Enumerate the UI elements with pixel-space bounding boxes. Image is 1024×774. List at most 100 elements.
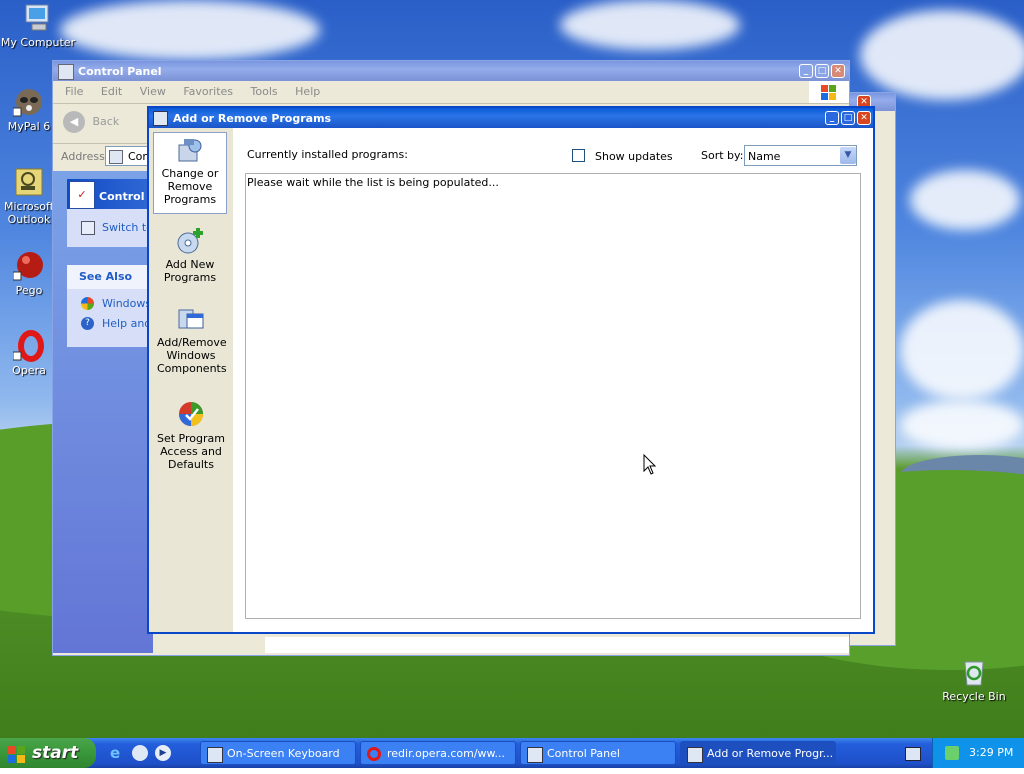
arp-window-icon [153,111,168,126]
raccoon-icon [12,86,45,118]
change-remove-programs-button[interactable]: Change or Remove Programs [153,132,227,214]
menu-file[interactable]: File [65,85,83,98]
keyboard-language-icon[interactable] [905,747,921,761]
desktop-icon-label: My Computer [0,36,76,49]
add-remove-windows-components-button[interactable]: Add/Remove Windows Components [149,302,233,382]
control-panel-titlebar[interactable]: Control Panel _ □ ✕ [53,61,849,81]
task-pane: ✓ Control P Switch to See Also Windows ?… [53,171,156,653]
list-status-message: Please wait while the list is being popu… [247,176,499,189]
arp-titlebar[interactable]: Add or Remove Programs _ □ ✕ [149,108,873,128]
see-also-link[interactable]: Windows [102,297,151,310]
back-arrow-icon: ◀ [63,111,85,133]
desktop-icon-label: Microsoft Outlook [3,200,55,226]
set-program-access-button[interactable]: Set Program Access and Defaults [149,398,233,478]
cloud [910,170,1020,230]
close-button[interactable]: ✕ [831,64,845,78]
system-tray: 3:29 PM [932,738,1024,768]
menu-tools[interactable]: Tools [251,85,278,98]
close-button[interactable]: ✕ [857,111,871,125]
mouse-cursor [643,453,657,476]
window-title: Control Panel [78,65,162,78]
show-updates-checkbox[interactable] [572,149,585,162]
minimize-button[interactable]: _ [799,64,813,78]
desktop: My Computer MyPal 6 Microsoft Outlook Pe… [0,0,1024,768]
control-panel-icon [109,150,123,164]
menu-help[interactable]: Help [295,85,320,98]
menu-bar: File Edit View Favorites Tools Help [65,85,334,98]
task-add-remove-programs[interactable]: Add or Remove Progr... [680,741,836,765]
start-button[interactable]: start [0,738,96,768]
windows-logo-icon [809,81,849,103]
desktop-icon-mypal[interactable]: MyPal 6 [0,86,58,133]
desktop-icon-outlook[interactable]: Microsoft Outlook [0,166,58,226]
desktop-icon-opera[interactable]: Opera [0,330,58,377]
switch-view-icon [81,221,95,235]
computer-icon [22,2,54,34]
help-icon: ? [81,317,94,330]
menu-favorites[interactable]: Favorites [183,85,233,98]
desktop-icon-label: MyPal 6 [7,120,51,133]
messenger-icon[interactable] [132,745,148,761]
menu-view[interactable]: View [140,85,166,98]
chevron-down-icon[interactable]: ▼ [840,147,856,164]
cloud [560,0,740,50]
control-panel-icon [527,747,543,763]
task-on-screen-keyboard[interactable]: On-Screen Keyboard [200,741,356,765]
cloud [860,10,1024,100]
network-icon[interactable] [945,746,959,760]
menu-edit[interactable]: Edit [101,85,122,98]
control-panel-check-icon: ✓ [69,181,95,209]
window-title: Add or Remove Programs [173,112,332,125]
address-label: Address [61,150,105,163]
opera-icon [12,330,45,362]
windows-components-icon [177,306,205,334]
taskbar: start e ▶ On-Screen Keyboard redir.opera… [0,738,1024,768]
cloud [60,0,320,60]
cloud [900,300,1024,400]
maximize-button[interactable]: □ [815,64,829,78]
desktop-icon-label: Recycle Bin [942,690,1006,703]
task-opera[interactable]: redir.opera.com/ww... [360,741,516,765]
change-remove-icon [176,137,204,165]
windows-update-icon [81,297,94,310]
keyboard-icon [207,747,223,763]
desktop-icon-recycle-bin[interactable]: Recycle Bin [936,656,1012,703]
desktop-icon-label: Pego [15,284,43,297]
sort-by-select[interactable]: Name ▼ [744,145,857,166]
internet-explorer-icon[interactable]: e [110,745,126,761]
red-ball-icon [12,250,45,282]
media-player-icon[interactable]: ▶ [155,745,171,761]
cloud [900,400,1024,450]
recycle-bin-icon [958,656,990,688]
desktop-icon-my-computer[interactable]: My Computer [0,2,76,49]
opera-icon [367,747,381,761]
control-panel-icon [58,64,74,80]
desktop-icon-label: Opera [12,364,46,377]
add-remove-programs-window: Add or Remove Programs _ □ ✕ Change or R… [147,106,875,634]
programs-list[interactable]: Please wait while the list is being popu… [245,173,861,619]
maximize-button[interactable]: □ [841,111,855,125]
windows-flag-icon [8,744,26,763]
see-also-box: See Also Windows ? Help and [67,265,153,347]
switch-view-link[interactable]: Switch to [102,221,153,234]
show-updates-label: Show updates [595,150,673,163]
minimize-button[interactable]: _ [825,111,839,125]
add-new-programs-icon [176,228,204,256]
see-also-link[interactable]: Help and [102,317,151,330]
back-label: Back [92,115,120,128]
address-field[interactable]: Cont [105,146,149,166]
outlook-icon [13,166,45,198]
program-access-icon [177,400,205,428]
back-button[interactable]: ◀ Back [63,111,119,133]
sort-by-label: Sort by: [701,149,744,162]
arp-main: Currently installed programs: Show updat… [233,128,873,632]
control-panel-box: ✓ Control P Switch to [67,179,156,247]
see-also-title: See Also [79,270,133,283]
desktop-icon-pego[interactable]: Pego [0,250,58,297]
task-control-panel[interactable]: Control Panel [520,741,676,765]
arp-sidebar: Change or Remove Programs Add New Progra… [149,128,233,632]
clock[interactable]: 3:29 PM [969,738,1013,768]
arp-icon [687,747,703,763]
installed-programs-label: Currently installed programs: [247,148,408,161]
add-new-programs-button[interactable]: Add New Programs [153,224,227,290]
